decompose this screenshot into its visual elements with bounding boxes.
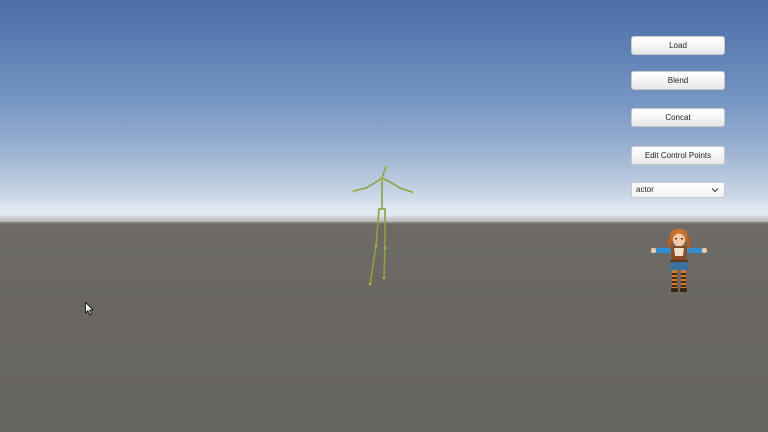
blend-button[interactable]: Blend xyxy=(631,71,725,90)
edit-control-points-button[interactable]: Edit Control Points xyxy=(631,146,725,165)
load-button[interactable]: Load xyxy=(631,36,725,55)
actor-character[interactable] xyxy=(650,226,708,296)
skeleton-left-leg xyxy=(369,208,380,285)
skeleton-neck xyxy=(381,166,387,179)
skeleton-rig[interactable] xyxy=(350,164,416,288)
actor-dropdown[interactable]: actor xyxy=(631,182,725,198)
viewport-3d[interactable]: Load Blend Concat Edit Control Points ac… xyxy=(0,0,768,432)
skeleton-left-arm xyxy=(353,177,383,192)
mouse-cursor-icon xyxy=(85,302,94,316)
chevron-down-icon xyxy=(711,188,719,193)
concat-button[interactable]: Concat xyxy=(631,108,725,127)
skeleton-right-leg xyxy=(383,208,386,279)
dropdown-selected-label: actor xyxy=(636,185,654,194)
skeleton-right-arm xyxy=(381,177,413,193)
